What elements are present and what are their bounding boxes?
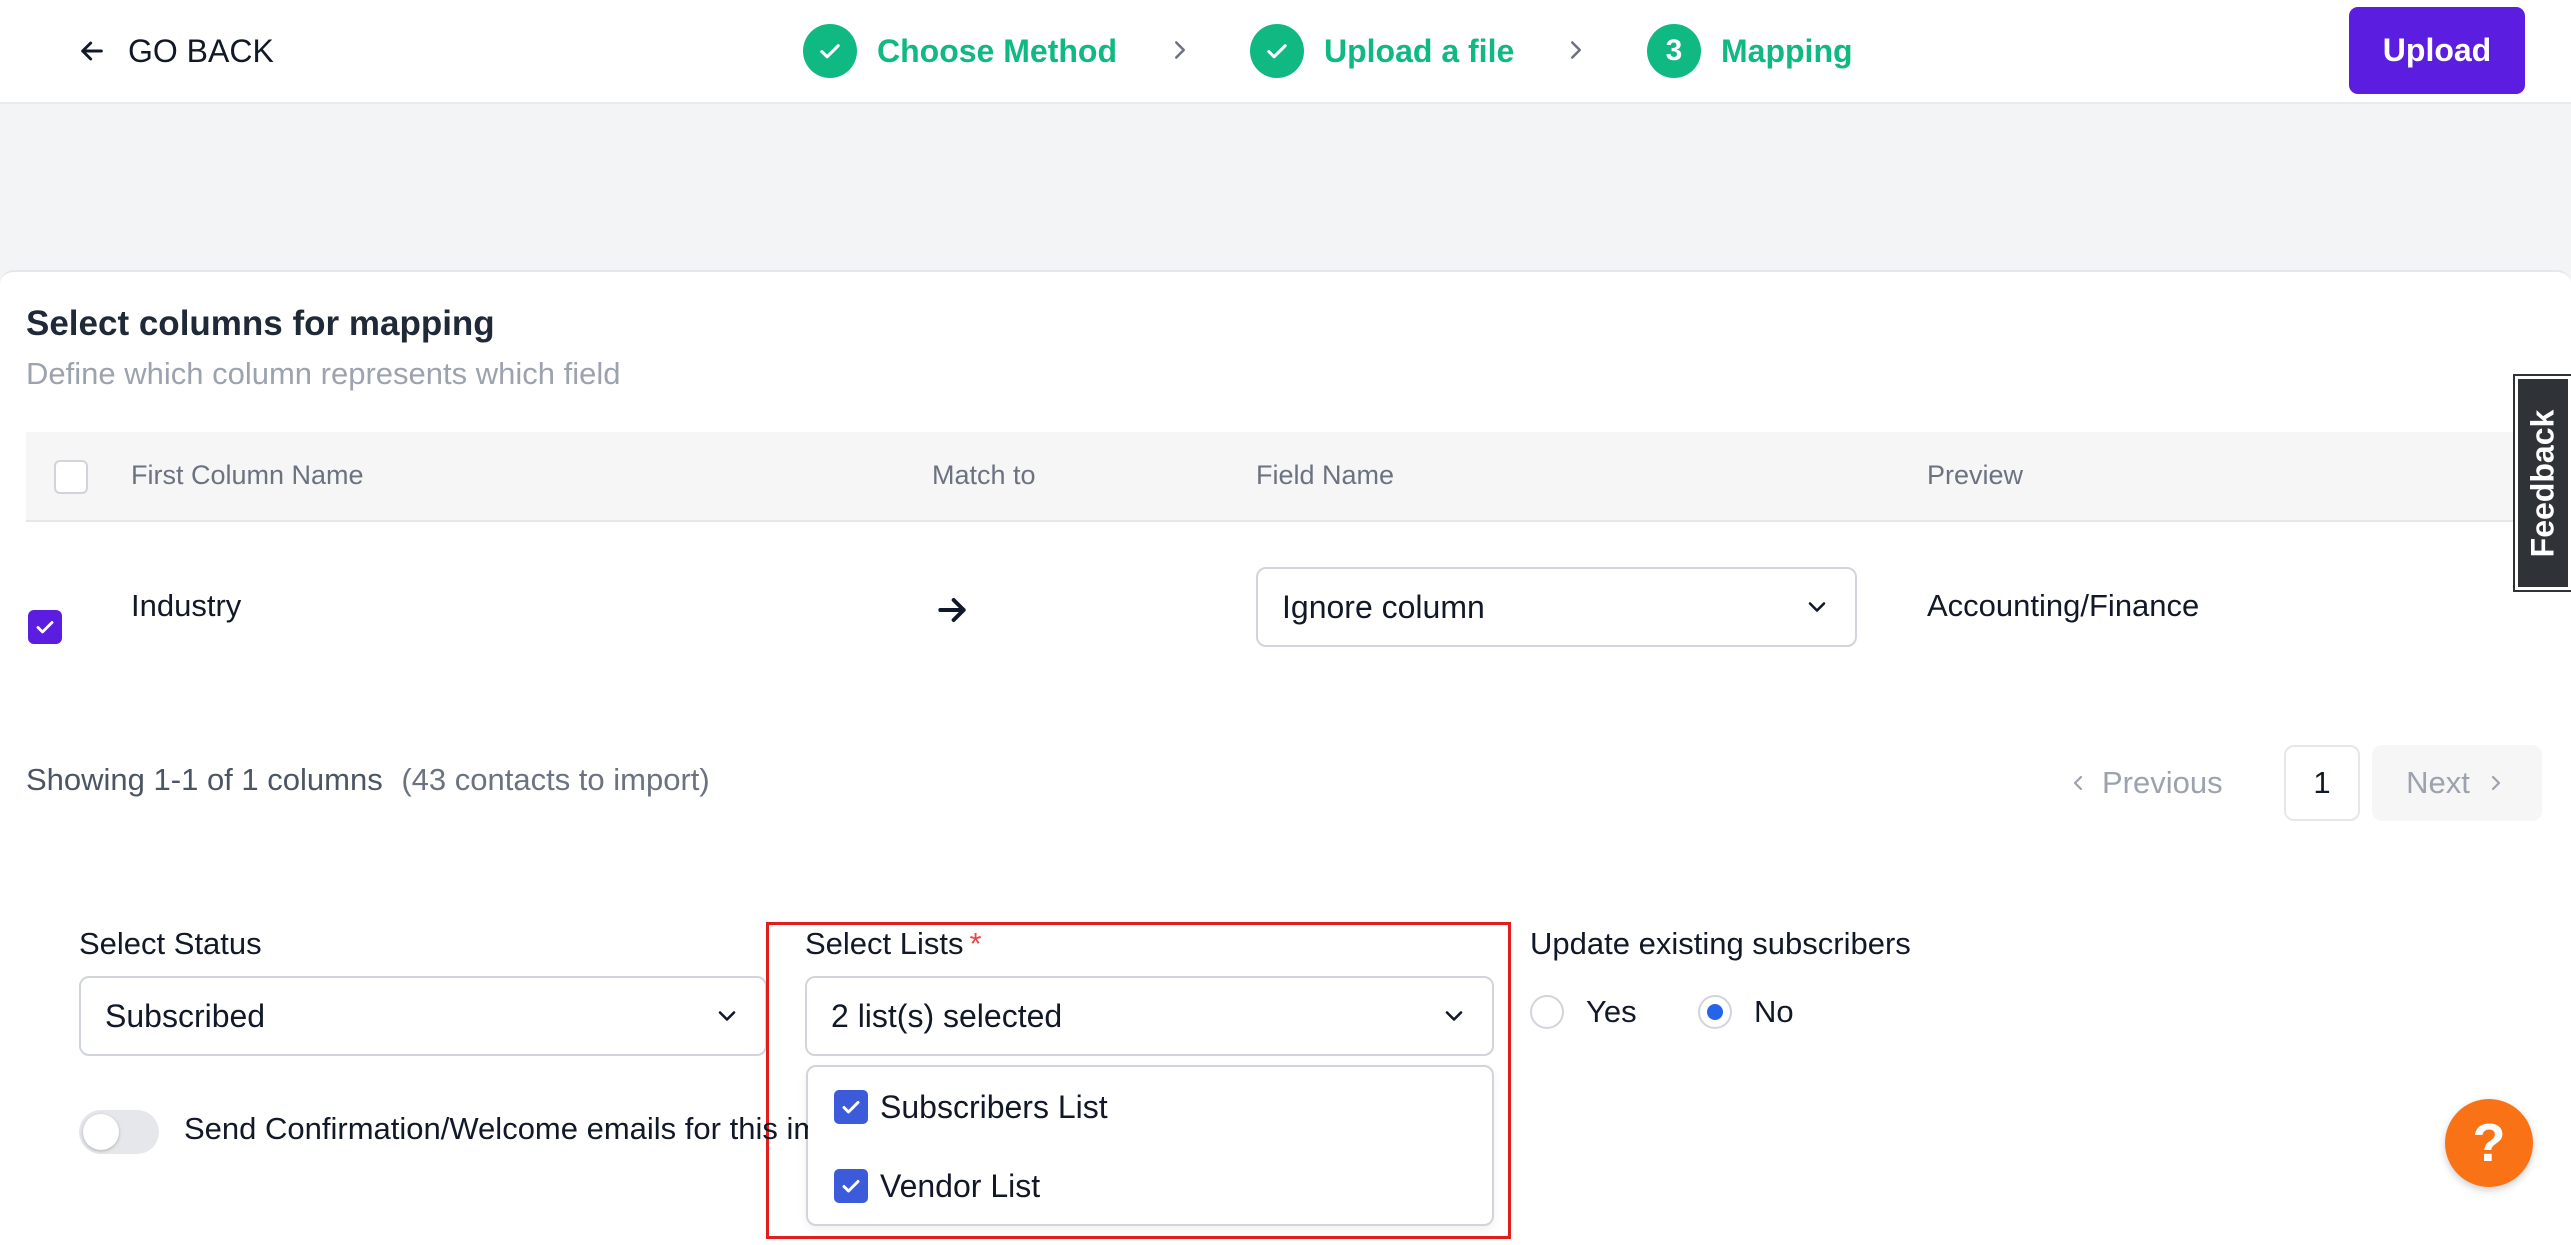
page-subtitle: Define which column represents which fie… [26, 356, 621, 391]
list-option-label: Subscribers List [880, 1088, 1108, 1125]
step-choose-method: Choose Method [803, 23, 1117, 79]
radio-yes-label: Yes [1586, 994, 1637, 1029]
next-page-button[interactable]: Next [2372, 745, 2542, 821]
step-number: 3 [1647, 24, 1701, 78]
check-icon [1250, 24, 1304, 78]
showing-count: Showing 1-1 of 1 columns (43 contacts to… [26, 762, 710, 798]
contacts-count: (43 contacts to import) [401, 762, 710, 797]
row-preview: Accounting/Finance [1927, 588, 2200, 623]
field-name-select[interactable]: Ignore column [1256, 567, 1857, 647]
arrow-left-icon [81, 41, 103, 61]
help-button[interactable]: ? [2445, 1099, 2533, 1187]
chevron-down-icon [1808, 602, 1826, 612]
chevron-right-icon [1175, 41, 1185, 59]
step-mapping: 3 Mapping [1647, 23, 1853, 79]
step-label: Mapping [1721, 32, 1853, 69]
column-header-preview: Preview [1927, 460, 2024, 490]
lists-dropdown: Subscribers List Vendor List [806, 1065, 1494, 1226]
send-confirmation-label: Send Confirmation/Welcome emails for thi… [184, 1111, 808, 1146]
page-number-button[interactable]: 1 [2284, 745, 2360, 821]
radio-button-selected[interactable] [1698, 995, 1732, 1029]
select-lists-label: Select Lists * [805, 926, 982, 962]
list-option-label: Vendor List [880, 1167, 1041, 1204]
upload-button[interactable]: Upload [2349, 7, 2525, 94]
step-label: Upload a file [1324, 32, 1515, 69]
radio-no-label: No [1754, 994, 1794, 1029]
feedback-label: Feedback [2524, 409, 2561, 557]
arrow-right-icon [938, 598, 966, 622]
field-name-value: Ignore column [1282, 588, 1485, 625]
radio-yes[interactable]: Yes [1530, 990, 1637, 1034]
page-title: Select columns for mapping [26, 304, 495, 343]
previous-label: Previous [2102, 765, 2223, 800]
lists-select[interactable]: 2 list(s) selected [805, 976, 1494, 1056]
status-value: Subscribed [105, 997, 266, 1034]
send-confirmation-toggle[interactable] [79, 1110, 159, 1154]
go-back-button[interactable]: GO BACK [76, 28, 274, 74]
next-label: Next [2406, 765, 2470, 800]
check-icon [36, 621, 54, 634]
table-header: First Column Name Match to Field Name Pr… [26, 432, 2571, 522]
select-status-label: Select Status [79, 926, 262, 961]
select-all-checkbox[interactable] [54, 460, 88, 494]
showing-text: Showing 1-1 of 1 columns [26, 762, 383, 797]
radio-no[interactable]: No [1698, 990, 1794, 1034]
column-header-first-column-name: First Column Name [131, 460, 364, 490]
lists-value: 2 list(s) selected [831, 997, 1063, 1034]
feedback-tab[interactable]: Feedback [2513, 374, 2571, 592]
list-option-subscribers[interactable]: Subscribers List [834, 1087, 1108, 1127]
chevron-left-icon [2073, 775, 2083, 791]
radio-button[interactable] [1530, 995, 1564, 1029]
chevron-right-icon [1571, 41, 1581, 59]
required-mark: * [969, 926, 982, 961]
top-bar: GO BACK Choose Method Upload a file 3 Ma… [0, 0, 2571, 104]
check-icon [803, 24, 857, 78]
chevron-down-icon [718, 1011, 736, 1021]
checkbox-checked-icon[interactable] [834, 1090, 868, 1124]
go-back-label: GO BACK [128, 32, 274, 69]
row-checkbox[interactable] [28, 610, 62, 644]
chevron-down-icon [1445, 1011, 1463, 1021]
row-column-name: Industry [131, 588, 242, 623]
status-select[interactable]: Subscribed [79, 976, 767, 1056]
chevron-right-icon [2491, 775, 2500, 791]
select-lists-label-text: Select Lists [805, 926, 964, 961]
step-upload-file: Upload a file [1250, 23, 1514, 79]
checkbox-checked-icon[interactable] [834, 1169, 868, 1203]
column-header-match-to: Match to [932, 460, 1036, 490]
step-label: Choose Method [877, 32, 1117, 69]
list-option-vendor[interactable]: Vendor List [834, 1166, 1040, 1206]
column-header-field-name: Field Name [1256, 460, 1395, 490]
update-existing-label: Update existing subscribers [1530, 926, 1911, 961]
previous-page-button[interactable]: Previous [2066, 745, 2223, 821]
